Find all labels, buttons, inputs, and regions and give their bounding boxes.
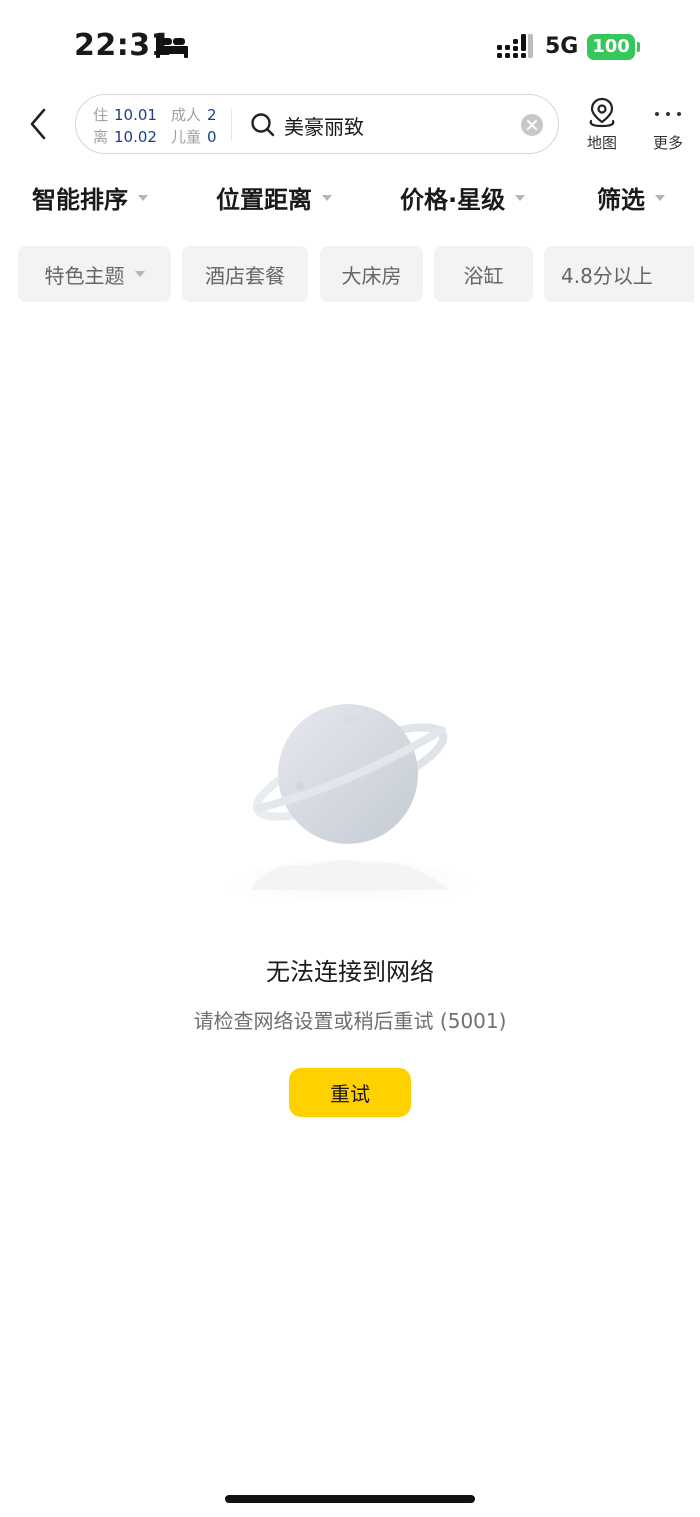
search-divider [231, 109, 232, 141]
sort-label: 价格·星级 [400, 186, 506, 214]
map-label: 地图 [586, 134, 617, 152]
chevron-down-icon [134, 271, 145, 277]
chip-label: 浴缸 [463, 263, 504, 288]
home-indicator[interactable] [225, 1495, 475, 1503]
sort-price-star[interactable]: 价格·星级 [400, 180, 526, 215]
battery-tip [637, 42, 640, 52]
retry-button[interactable]: 重试 [289, 1068, 411, 1117]
search-icon [251, 113, 275, 137]
chip-theme[interactable]: 特色主题 [18, 246, 171, 302]
chevron-down-icon [655, 194, 665, 201]
error-description: 请检查网络设置或稍后重试 (5001) [193, 1009, 507, 1033]
chip-package[interactable]: 酒店套餐 [182, 246, 308, 302]
status-bar: 22:31 5G 100 [0, 0, 700, 90]
chip-label: 4.8分以上 [561, 263, 653, 288]
quick-filter-chips: 特色主题 酒店套餐 大床房 浴缸 4.8分以上 [0, 246, 700, 302]
network-type: 5G [545, 34, 579, 59]
sort-smart[interactable]: 智能排序 [32, 180, 148, 215]
chip-label: 酒店套餐 [205, 263, 285, 288]
error-title: 无法连接到网络 [266, 958, 434, 986]
search-box[interactable]: 住 10.01 成人 2 离 10.02 儿童 0 美豪丽致 [75, 94, 559, 154]
adults-label: 成人 [170, 106, 201, 124]
battery-indicator: 100 [587, 34, 635, 60]
map-button[interactable]: 地图 [582, 96, 622, 154]
chip-rating[interactable]: 4.8分以上 [544, 246, 694, 302]
checkout-label: 离 [93, 128, 109, 146]
children-count: 0 [206, 128, 217, 146]
adults-count: 2 [206, 106, 217, 124]
search-header: 住 10.01 成人 2 离 10.02 儿童 0 美豪丽致 地图 更多 [0, 92, 700, 156]
clear-icon[interactable] [521, 114, 543, 136]
planet-illustration [225, 704, 475, 900]
sort-label: 位置距离 [216, 186, 312, 214]
sort-filter[interactable]: 筛选 [597, 180, 665, 215]
checkout-date: 10.02 [114, 128, 157, 146]
more-button[interactable]: 更多 [648, 96, 688, 154]
checkin-label: 住 [93, 106, 109, 124]
search-input[interactable]: 美豪丽致 [284, 111, 364, 140]
more-label: 更多 [652, 134, 683, 152]
chevron-down-icon [515, 194, 526, 201]
map-pin-icon [589, 97, 615, 128]
chip-bathtub[interactable]: 浴缸 [434, 246, 533, 302]
more-icon [648, 100, 688, 128]
bed-icon [156, 36, 188, 58]
children-label: 儿童 [170, 128, 201, 146]
signal-icon [497, 34, 533, 58]
chevron-down-icon [322, 194, 332, 201]
sort-label: 智能排序 [32, 186, 128, 214]
sort-bar: 智能排序 位置距离 价格·星级 筛选 [0, 180, 700, 226]
sort-distance[interactable]: 位置距离 [216, 180, 332, 215]
date-guest-selector[interactable]: 住 10.01 成人 2 离 10.02 儿童 0 [93, 104, 223, 148]
chip-king-bed[interactable]: 大床房 [320, 246, 423, 302]
checkin-date: 10.01 [114, 106, 157, 124]
chevron-down-icon [138, 194, 148, 201]
chip-label: 大床房 [341, 263, 402, 288]
chip-label: 特色主题 [44, 263, 125, 288]
back-icon[interactable] [24, 104, 54, 144]
sort-label: 筛选 [597, 186, 645, 214]
